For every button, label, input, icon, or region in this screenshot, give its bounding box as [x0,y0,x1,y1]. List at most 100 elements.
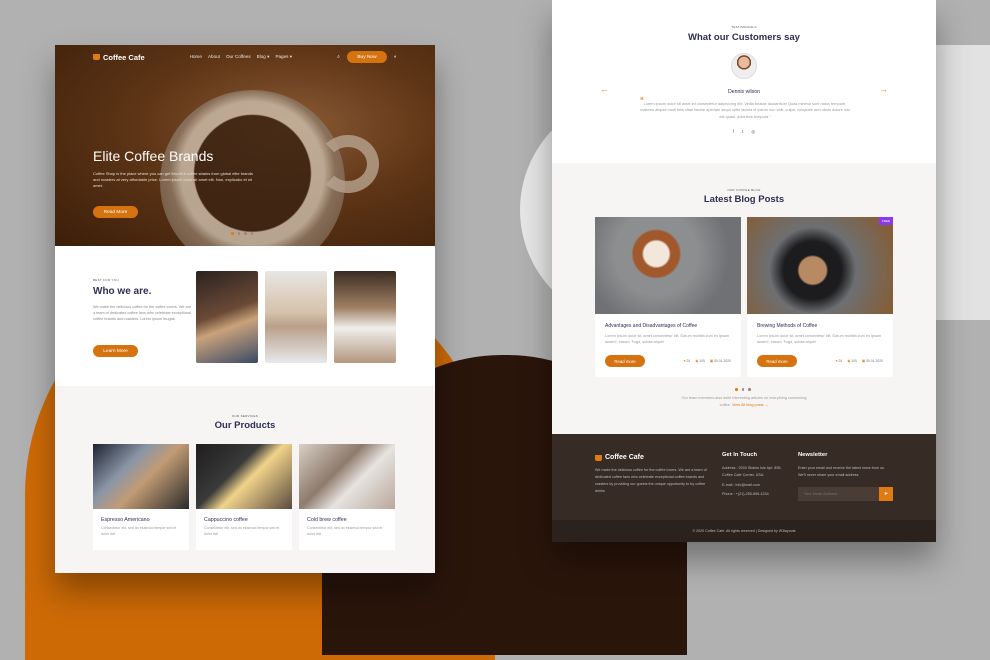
read-more-button[interactable]: Read More [93,206,138,218]
blog-post-desc: Lorem ipsum dolor sit, amet consectetur … [605,334,730,344]
email-input[interactable] [798,492,879,496]
footer-logo-text: Coffee Cafe [605,454,644,461]
blog-post-title: Advantages and Disadvantages of Coffee [605,323,698,329]
footer-about: We make the delicious coffee for the cof… [595,468,707,493]
logo-text: Coffee Cafe [103,52,145,62]
hero-section: Coffee Cafe Home About Our Coffees Blog … [55,45,435,275]
calendar-icon: ▣ [709,359,714,363]
nav-blog[interactable]: Blog ▾ [257,54,270,60]
email-link[interactable]: E-mail : info@mail.com [722,482,760,489]
product-desc: Consectetur elit, sed do eiusmod tempor … [307,526,383,536]
contact-title: Get In Touch [722,452,757,458]
product-card[interactable]: Cappuccino coffee Consectetur elit, sed … [196,444,292,550]
slider-dot[interactable] [748,388,751,391]
product-title: Cold brew coffee [307,517,347,523]
date: ▣ 30.01.2020 [709,359,731,363]
calendar-icon: ▣ [861,359,866,363]
free-badge: FREE [879,217,893,225]
customer-avatar [731,53,757,79]
blog-card[interactable]: FREE Brewing Methods of Coffee Lorem ips… [747,217,893,377]
likes: ♥ 24 [835,359,843,363]
blog-post-desc: Lorem ipsum dolor sit, amet consectetur … [757,334,882,344]
newsletter-form: ➤ [798,487,893,501]
date: ▣ 30.01.2020 [861,359,883,363]
logo[interactable]: Coffee Cafe [93,53,145,62]
newsletter-title: Newsletter [798,452,828,458]
eye-icon: ◉ [847,359,851,363]
send-icon[interactable]: ➤ [879,487,893,501]
address: Address : 2003 Stokes Isle Apt. 895, Cof… [722,466,782,477]
blog-card[interactable]: Advantages and Disadvantages of Coffee L… [595,217,741,377]
coffee-cup-icon [93,54,100,60]
navbar: Coffee Cafe Home About Our Coffees Blog … [55,45,435,69]
likes: ♥ 24 [683,359,691,363]
product-title: Cappuccino coffee [204,517,248,523]
product-image [299,444,395,509]
about-eyebrow: BEST FOR YOU [93,278,119,282]
facebook-icon[interactable]: f [733,129,734,135]
slider-dots [231,232,253,235]
blog-eyebrow: OUR COFFEE BLOG [727,188,761,192]
cappuccino-glass-image [265,271,327,363]
nav-about[interactable]: About [208,54,220,60]
latte-art-image [196,271,258,363]
products-title: Our Products [214,420,276,431]
theme-toggle-icon[interactable]: ◐ [394,54,397,60]
phone: Phone : +(21)-255-896-1234 [722,492,769,496]
buy-now-button[interactable]: Buy Now [346,51,387,63]
testimonials-section: TESTIMONIALS What our Customers say ← → … [552,0,936,163]
products-eyebrow: OUR SERVICES [231,414,259,418]
instagram-icon[interactable]: ◎ [751,129,755,135]
blog-post-title: Brewing Methods of Coffee [757,323,818,329]
blog-title: Latest Blog Posts [703,194,785,205]
nav-home[interactable]: Home [190,54,202,60]
customer-name: Dennis wilson [727,89,760,95]
homepage-mockup: Coffee Cafe Home About Our Coffees Blog … [55,45,435,573]
products-section: OUR SERVICES Our Products Espresso Ameri… [55,386,435,573]
slider-dot[interactable] [250,232,253,235]
blog-dots [735,388,751,391]
read-more-button[interactable]: Read more [605,355,645,367]
slider-dot[interactable] [735,388,738,391]
nav-pages[interactable]: Pages ▾ [275,54,292,60]
blog-image [747,217,893,314]
product-image [93,444,189,509]
product-card[interactable]: Cold brew coffee Consectetur elit, sed d… [299,444,395,550]
footer-logo[interactable]: Coffee Cafe [595,454,644,461]
product-desc: Consectetur elit, sed do eiusmod tempor … [204,526,280,536]
coffee-cup-icon [595,454,602,461]
blog-image [595,217,741,314]
inner-page-mockup: TESTIMONIALS What our Customers say ← → … [552,0,936,542]
about-title: Who we are. [93,286,152,297]
testimonial-quote: Lorem ipsum dolor sit amet int consectet… [640,101,850,119]
hero-title: Elite Coffee Brands [93,148,214,164]
twitter-icon[interactable]: t [742,129,743,135]
eye-icon: ◉ [695,359,699,363]
views: ◉ 105 [847,359,857,363]
read-more-button[interactable]: Read more [757,355,797,367]
slider-dot[interactable] [741,388,744,391]
hero-cup-handle [317,135,379,193]
product-desc: Consectetur elit, sed do eiusmod tempor … [101,526,177,536]
blog-section: OUR COFFEE BLOG Latest Blog Posts Advant… [552,163,936,434]
slider-dot[interactable] [244,232,247,235]
product-image [196,444,292,509]
nav-coffees[interactable]: Our Coffees [226,54,251,60]
hero-text: Coffee Shop is the place where you can g… [93,171,253,188]
product-card[interactable]: Espresso Americano Consectetur elit, sed… [93,444,189,550]
testimonials-title: What our Customers say [688,32,800,43]
view-all-posts-link[interactable]: View All blog posts → [732,403,768,407]
copyright: © 2020 Coffee Cafe. All rights reserved … [552,520,936,542]
views: ◉ 105 [695,359,705,363]
newsletter-text: Enter your email and receive the latest … [798,466,885,477]
learn-more-button[interactable]: Learn More [93,345,138,357]
about-section: BEST FOR YOU Who we are. We make the del… [55,246,435,386]
pour-coffee-image [334,271,396,363]
about-text: We make the delicious coffee for the cof… [93,305,192,321]
slider-dot[interactable] [237,232,240,235]
search-icon[interactable]: ⌕ [337,54,340,60]
testimonials-eyebrow: TESTIMONIALS [731,25,757,29]
slider-dot[interactable] [231,232,234,235]
product-title: Espresso Americano [101,517,150,523]
footer: Coffee Cafe We make the delicious coffee… [552,434,936,542]
